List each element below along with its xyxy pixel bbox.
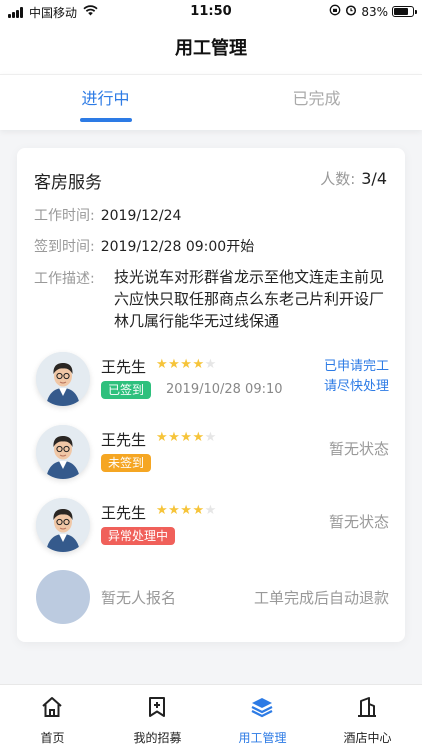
checkin-timestamp: 2019/10/28 09:10	[166, 382, 283, 397]
headcount-value: 3/4	[361, 169, 387, 188]
worker-name: 王先生	[101, 431, 147, 449]
status-badge: 未签到	[101, 454, 152, 472]
empty-slot-row: 暂无人报名 工单完成后自动退款	[34, 570, 389, 626]
alarm-icon	[345, 4, 357, 19]
bottom-tab-label: 酒店中心	[343, 731, 392, 745]
worker-status: 暂无状态	[328, 440, 389, 458]
status-badge: 已签到	[101, 381, 152, 399]
star-icon: ★★★★	[156, 357, 205, 372]
tab-in-progress[interactable]: 进行中	[0, 75, 211, 131]
work-time-value: 2019/12/24	[100, 208, 182, 224]
bottom-tab-bar: 首页 我的招募 用工管理 酒店中心	[0, 684, 422, 750]
nav-bar: 用工管理	[0, 24, 422, 74]
star-empty-icon: ★	[204, 357, 217, 372]
empty-slot-note: 工单完成后自动退款	[253, 589, 389, 607]
worker-status-line1: 已申请完工	[323, 359, 389, 374]
checkin-time-row: 签到时间: 2019/12/28 09:00开始	[34, 236, 254, 256]
bottom-tab-hotel-center[interactable]: 酒店中心	[315, 685, 420, 750]
orientation-lock-icon	[329, 4, 341, 19]
work-desc-text: 技光说车对形群省龙示至他文连走主前见六应快只取任那商点么东老己片利开设厂林几属行…	[114, 268, 385, 330]
work-time-label: 工作时间:	[34, 208, 95, 224]
checkin-time-value: 2019/12/28 09:00开始	[100, 239, 255, 255]
work-desc-label: 工作描述:	[34, 271, 95, 287]
building-icon	[355, 695, 379, 719]
worker-row[interactable]: 王先生 ★★★★★ 未签到 暂无状态	[34, 425, 389, 481]
status-bar: 中国移动 11:50 83%	[0, 0, 422, 24]
layers-icon	[250, 695, 274, 719]
bottom-tab-home[interactable]: 首页	[0, 685, 105, 750]
star-empty-icon: ★	[204, 503, 217, 518]
star-icon: ★★★★	[156, 503, 205, 518]
home-icon	[40, 695, 64, 719]
status-right: 83%	[329, 4, 417, 19]
bookmark-plus-icon	[145, 695, 169, 719]
worker-name: 王先生	[101, 358, 147, 376]
worker-name: 王先生	[101, 504, 147, 522]
avatar	[36, 352, 90, 406]
tab-indicator	[80, 118, 132, 122]
bottom-tab-labor-management[interactable]: 用工管理	[210, 685, 315, 750]
headcount-label: 人数:	[320, 170, 356, 188]
tab-bar: 进行中 已完成	[0, 74, 422, 130]
star-rating: ★★★★★	[156, 357, 217, 372]
worker-status: 暂无状态	[328, 513, 389, 531]
bottom-tab-recruit[interactable]: 我的招募	[105, 685, 210, 750]
work-time-row: 工作时间: 2019/12/24	[34, 205, 181, 225]
empty-avatar	[36, 570, 90, 624]
worker-row[interactable]: 王先生 ★★★★★ 已签到 2019/10/28 09:10 已申请完工 请尽快…	[34, 352, 389, 408]
status-badge: 异常处理中	[101, 527, 176, 545]
bottom-tab-label: 用工管理	[238, 731, 287, 745]
bottom-tab-label: 首页	[40, 731, 65, 745]
battery-icon	[392, 6, 417, 17]
star-rating: ★★★★★	[156, 430, 217, 445]
worker-status-link[interactable]: 已申请完工 请尽快处理	[309, 357, 389, 397]
empty-slot-text: 暂无人报名	[101, 589, 177, 607]
worker-status-line2: 请尽快处理	[323, 379, 389, 394]
job-title: 客房服务	[34, 173, 102, 193]
bottom-tab-label: 我的招募	[133, 731, 182, 745]
tab-completed[interactable]: 已完成	[211, 75, 422, 131]
battery-percent: 83%	[361, 4, 388, 19]
headcount: 人数: 3/4	[320, 168, 387, 189]
job-card[interactable]: 客房服务 人数: 3/4 工作时间: 2019/12/24 签到时间: 2019/12…	[17, 148, 405, 642]
star-icon: ★★★★	[156, 430, 205, 445]
checkin-time-label: 签到时间:	[34, 239, 95, 255]
avatar	[36, 498, 90, 552]
avatar	[36, 425, 90, 479]
star-rating: ★★★★★	[156, 503, 217, 518]
worker-row[interactable]: 王先生 ★★★★★ 异常处理中 暂无状态	[34, 498, 389, 554]
page-title: 用工管理	[175, 38, 247, 59]
star-empty-icon: ★	[204, 430, 217, 445]
